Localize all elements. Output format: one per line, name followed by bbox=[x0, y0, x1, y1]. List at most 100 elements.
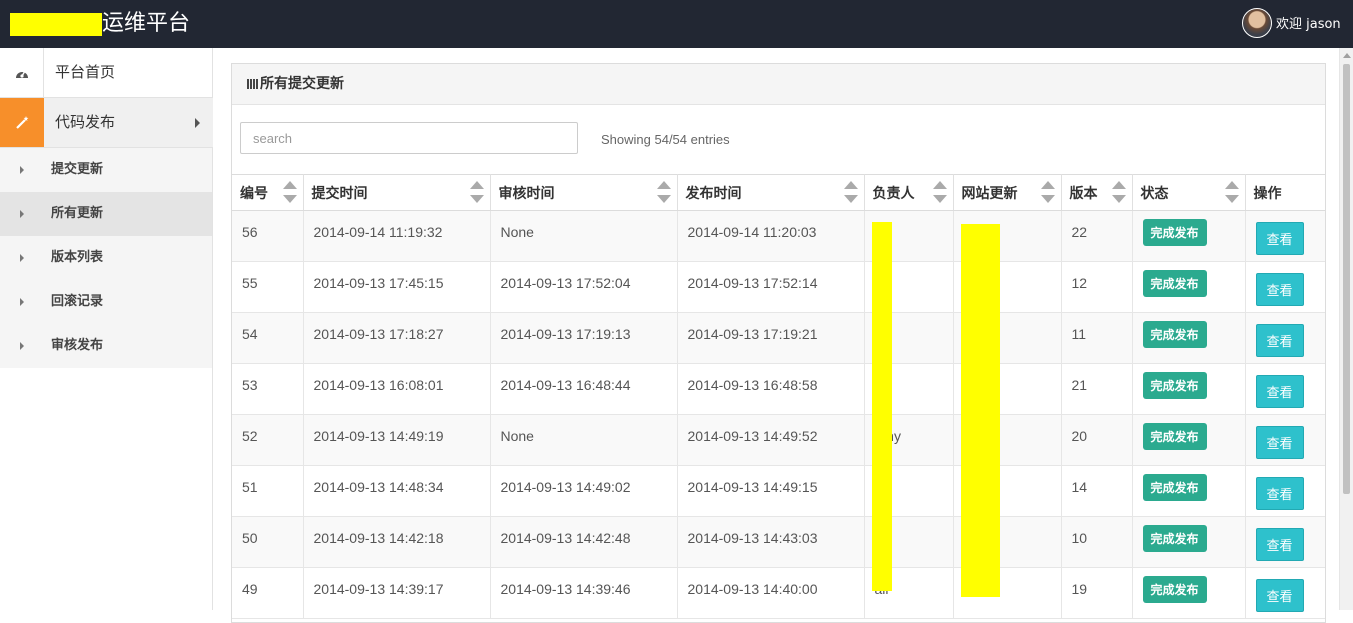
sort-icon[interactable] bbox=[843, 181, 858, 205]
status-badge[interactable]: 完成发布 bbox=[1142, 219, 1207, 246]
cell-action: 查看 bbox=[1245, 312, 1325, 364]
entries-count: Showing 54/54 entries bbox=[601, 132, 730, 147]
cell-version: 14 bbox=[1061, 465, 1133, 517]
table-row: 51 2014-09-13 14:48:34 2014-09-13 14:49:… bbox=[232, 465, 1325, 517]
cell-publish-time: 2014-09-13 14:40:00 bbox=[677, 567, 865, 619]
table-row: 55 2014-09-13 17:45:15 2014-09-13 17:52:… bbox=[232, 261, 1325, 313]
dashboard-icon bbox=[0, 48, 44, 97]
view-button[interactable]: 查看 bbox=[1255, 222, 1304, 255]
sidebar-item-label: 平台首页 bbox=[55, 63, 116, 81]
cell-review-time: 2014-09-13 17:19:13 bbox=[490, 312, 678, 364]
scroll-up-icon[interactable] bbox=[1343, 53, 1351, 58]
cell-review-time: None bbox=[490, 414, 678, 466]
table-row: 56 2014-09-14 11:19:32 None 2014-09-14 1… bbox=[232, 210, 1325, 262]
status-badge[interactable]: 完成发布 bbox=[1142, 525, 1207, 552]
cell-action: 查看 bbox=[1245, 261, 1325, 313]
sort-icon[interactable] bbox=[656, 181, 671, 205]
view-button[interactable]: 查看 bbox=[1255, 579, 1304, 612]
redaction-block-owner bbox=[872, 222, 892, 591]
status-badge[interactable]: 完成发布 bbox=[1142, 474, 1207, 501]
cell-publish-time: 2014-09-13 17:52:14 bbox=[677, 261, 865, 313]
table-row: 54 2014-09-13 17:18:27 2014-09-13 17:19:… bbox=[232, 312, 1325, 364]
cell-action: 查看 bbox=[1245, 414, 1325, 466]
view-button[interactable]: 查看 bbox=[1255, 528, 1304, 561]
cell-version: 10 bbox=[1061, 516, 1133, 568]
status-badge[interactable]: 完成发布 bbox=[1142, 372, 1207, 399]
chevron-right-icon bbox=[195, 118, 200, 128]
cell-action: 查看 bbox=[1245, 210, 1325, 262]
cell-publish-time: 2014-09-13 17:19:21 bbox=[677, 312, 865, 364]
column-header-publish-time[interactable]: 发布时间 bbox=[677, 174, 865, 211]
column-header-version[interactable]: 版本 bbox=[1061, 174, 1133, 211]
submenu-item-label: 回滚记录 bbox=[51, 294, 104, 309]
sort-icon[interactable] bbox=[1224, 181, 1239, 205]
view-button[interactable]: 查看 bbox=[1255, 426, 1304, 459]
cell-submit-time: 2014-09-13 17:18:27 bbox=[303, 312, 491, 364]
column-header-site-update[interactable]: 网站更新 bbox=[953, 174, 1062, 211]
cell-review-time: 2014-09-13 14:42:48 bbox=[490, 516, 678, 568]
scroll-thumb[interactable] bbox=[1343, 64, 1350, 494]
column-header-id[interactable]: 编号 bbox=[232, 174, 304, 211]
submenu: 提交更新 所有更新 版本列表 回滚记录 审核发布 bbox=[0, 148, 212, 368]
cell-publish-time: 2014-09-13 14:49:52 bbox=[677, 414, 865, 466]
welcome-user-text[interactable]: 欢迎 jason bbox=[1276, 13, 1341, 32]
column-header-review-time[interactable]: 审核时间 bbox=[490, 174, 678, 211]
avatar[interactable] bbox=[1242, 8, 1272, 38]
cell-status: 完成发布 bbox=[1132, 516, 1246, 568]
view-button[interactable]: 查看 bbox=[1255, 477, 1304, 510]
view-button[interactable]: 查看 bbox=[1255, 324, 1304, 357]
table-row: 53 2014-09-13 16:08:01 2014-09-13 16:48:… bbox=[232, 363, 1325, 415]
sort-icon[interactable] bbox=[469, 181, 484, 205]
panel-title: 所有提交更新 bbox=[260, 76, 344, 92]
status-badge[interactable]: 完成发布 bbox=[1142, 576, 1207, 603]
status-badge[interactable]: 完成发布 bbox=[1142, 321, 1207, 348]
sidebar-item-home[interactable]: 平台首页 bbox=[0, 48, 213, 98]
sort-icon[interactable] bbox=[932, 181, 947, 205]
cell-publish-time: 2014-09-14 11:20:03 bbox=[677, 210, 865, 262]
status-badge[interactable]: 完成发布 bbox=[1142, 270, 1207, 297]
cell-status: 完成发布 bbox=[1132, 312, 1246, 364]
column-header-status[interactable]: 状态 bbox=[1132, 174, 1246, 211]
submenu-item-all-updates[interactable]: 所有更新 bbox=[0, 192, 212, 236]
cell-version: 20 bbox=[1061, 414, 1133, 466]
cell-action: 查看 bbox=[1245, 465, 1325, 517]
cell-submit-time: 2014-09-13 14:49:19 bbox=[303, 414, 491, 466]
top-navbar: 运维平台 欢迎 jason bbox=[0, 0, 1353, 48]
sort-icon[interactable] bbox=[1040, 181, 1055, 205]
cell-id: 55 bbox=[232, 261, 304, 313]
sidebar-item-code-release[interactable]: 代码发布 bbox=[0, 98, 213, 148]
caret-right-icon bbox=[20, 342, 24, 350]
page-scrollbar[interactable] bbox=[1339, 48, 1353, 610]
column-header-submit-time[interactable]: 提交时间 bbox=[303, 174, 491, 211]
redaction-block-site bbox=[961, 224, 1000, 597]
redacted-brand bbox=[10, 13, 102, 36]
submenu-item-version-list[interactable]: 版本列表 bbox=[0, 236, 212, 280]
view-button[interactable]: 查看 bbox=[1255, 273, 1304, 306]
sort-icon[interactable] bbox=[282, 181, 297, 205]
submenu-item-label: 审核发布 bbox=[51, 338, 104, 353]
submenu-item-rollback-log[interactable]: 回滚记录 bbox=[0, 280, 212, 324]
cell-review-time: 2014-09-13 16:48:44 bbox=[490, 363, 678, 415]
sort-icon[interactable] bbox=[1111, 181, 1126, 205]
cell-submit-time: 2014-09-13 14:39:17 bbox=[303, 567, 491, 619]
platform-title[interactable]: 运维平台 bbox=[102, 8, 190, 40]
view-button[interactable]: 查看 bbox=[1255, 375, 1304, 408]
column-header-owner[interactable]: 负责人 bbox=[864, 174, 954, 211]
cell-review-time: 2014-09-13 14:39:46 bbox=[490, 567, 678, 619]
table-row: 52 2014-09-13 14:49:19 None 2014-09-13 1… bbox=[232, 414, 1325, 466]
submenu-item-submit-update[interactable]: 提交更新 bbox=[0, 148, 212, 192]
cell-publish-time: 2014-09-13 14:43:03 bbox=[677, 516, 865, 568]
status-badge[interactable]: 完成发布 bbox=[1142, 423, 1207, 450]
cell-action: 查看 bbox=[1245, 567, 1325, 619]
cell-action: 查看 bbox=[1245, 363, 1325, 415]
cell-publish-time: 2014-09-13 16:48:58 bbox=[677, 363, 865, 415]
caret-right-icon bbox=[20, 210, 24, 218]
cell-submit-time: 2014-09-14 11:19:32 bbox=[303, 210, 491, 262]
cell-status: 完成发布 bbox=[1132, 210, 1246, 262]
submenu-item-review-release[interactable]: 审核发布 bbox=[0, 324, 212, 368]
magic-wand-icon bbox=[0, 98, 44, 147]
cell-version: 12 bbox=[1061, 261, 1133, 313]
cell-version: 22 bbox=[1061, 210, 1133, 262]
panel-header: 所有提交更新 bbox=[232, 64, 1325, 105]
search-input[interactable] bbox=[240, 122, 578, 154]
